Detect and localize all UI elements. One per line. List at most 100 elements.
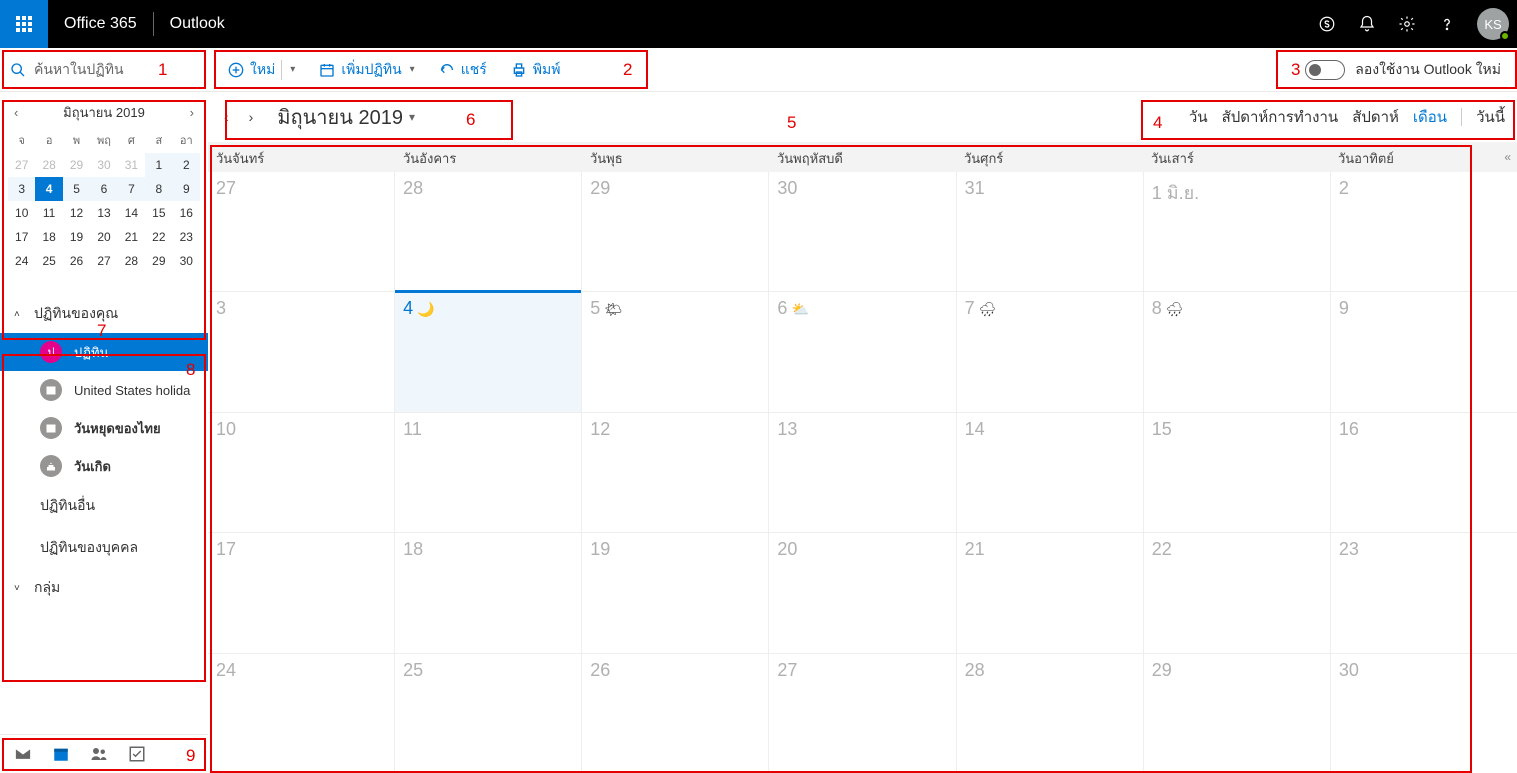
mini-day[interactable]: 27 (8, 153, 35, 177)
day-cell[interactable]: 27 (208, 172, 395, 291)
search-input[interactable]: ค้นหาในปฏิทิน (0, 48, 208, 92)
chevron-down-icon[interactable]: ▾ (290, 64, 295, 75)
day-cell[interactable]: 11 (395, 413, 582, 532)
mini-day[interactable]: 28 (35, 153, 62, 177)
mini-day[interactable]: 6 (90, 177, 117, 201)
user-avatar[interactable]: KS (1477, 8, 1509, 40)
day-cell[interactable]: 27 (769, 654, 956, 773)
mini-day[interactable]: 15 (145, 201, 172, 225)
day-cell[interactable]: 16 (1331, 413, 1517, 532)
view-workweek[interactable]: สัปดาห์การทำงาน (1222, 105, 1339, 129)
day-cell[interactable]: 4🌙 (395, 292, 582, 411)
mini-day[interactable]: 29 (145, 249, 172, 273)
calendar-item[interactable]: วันเกิด (0, 447, 208, 485)
day-cell[interactable]: 2 (1331, 172, 1517, 291)
try-new-toggle[interactable] (1305, 60, 1345, 80)
day-cell[interactable]: 18 (395, 533, 582, 652)
mini-day[interactable]: 27 (90, 249, 117, 273)
day-cell[interactable]: 19 (582, 533, 769, 652)
calendar-module-icon[interactable] (52, 745, 70, 763)
day-cell[interactable]: 31 (957, 172, 1144, 291)
mini-day[interactable]: 30 (90, 153, 117, 177)
mini-day[interactable]: 20 (90, 225, 117, 249)
mini-day[interactable]: 4 (35, 177, 62, 201)
mini-day[interactable]: 25 (35, 249, 62, 273)
view-day[interactable]: วัน (1189, 105, 1208, 129)
day-cell[interactable]: 7🌧 (957, 292, 1144, 411)
day-cell[interactable]: 12 (582, 413, 769, 532)
day-cell[interactable]: 14 (957, 413, 1144, 532)
share-button[interactable]: แชร์ (439, 59, 487, 81)
mini-day[interactable]: 7 (118, 177, 145, 201)
day-cell[interactable]: 30 (1331, 654, 1517, 773)
mini-day[interactable]: 10 (8, 201, 35, 225)
view-month[interactable]: เดือน (1413, 105, 1447, 129)
calendar-group-groups[interactable]: ˅ กลุ่ม (0, 569, 208, 607)
day-cell[interactable]: 8🌧 (1144, 292, 1331, 411)
month-picker[interactable]: มิถุนายน 2019 ▾ (277, 101, 415, 133)
next-month[interactable]: › (245, 109, 258, 125)
day-cell[interactable]: 24 (208, 654, 395, 773)
view-today[interactable]: วันนี้ (1476, 105, 1505, 129)
print-button[interactable]: พิมพ์ (511, 59, 561, 81)
mini-day[interactable]: 5 (63, 177, 90, 201)
settings-icon[interactable] (1397, 14, 1417, 34)
mini-day[interactable]: 21 (118, 225, 145, 249)
calendar-group-your[interactable]: ˄ ปฏิทินของคุณ (0, 295, 208, 333)
collapse-panel-icon[interactable]: « (1504, 150, 1511, 164)
new-button[interactable]: ใหม่ ▾ (228, 59, 295, 81)
mini-day[interactable]: 16 (173, 201, 200, 225)
day-cell[interactable]: 22 (1144, 533, 1331, 652)
mini-day[interactable]: 14 (118, 201, 145, 225)
day-cell[interactable]: 23 (1331, 533, 1517, 652)
calendar-item[interactable]: วันหยุดของไทย (0, 409, 208, 447)
mini-day[interactable]: 13 (90, 201, 117, 225)
notifications-icon[interactable] (1357, 14, 1377, 34)
mini-day[interactable]: 19 (63, 225, 90, 249)
mini-day[interactable]: 18 (35, 225, 62, 249)
mini-day[interactable]: 22 (145, 225, 172, 249)
mini-next-month[interactable]: › (186, 105, 198, 120)
mini-day[interactable]: 8 (145, 177, 172, 201)
mail-icon[interactable] (14, 745, 32, 763)
mini-day[interactable]: 26 (63, 249, 90, 273)
day-cell[interactable]: 28 (395, 172, 582, 291)
calendar-item[interactable]: United States holida (0, 371, 208, 409)
mini-day[interactable]: 11 (35, 201, 62, 225)
mini-day[interactable]: 24 (8, 249, 35, 273)
day-cell[interactable]: 30 (769, 172, 956, 291)
view-week[interactable]: สัปดาห์ (1352, 105, 1399, 129)
day-cell[interactable]: 3 (208, 292, 395, 411)
app-launcher[interactable] (0, 0, 48, 48)
mini-day[interactable]: 29 (63, 153, 90, 177)
mini-day[interactable]: 28 (118, 249, 145, 273)
mini-day[interactable]: 23 (173, 225, 200, 249)
day-cell[interactable]: 28 (957, 654, 1144, 773)
mini-title[interactable]: มิถุนายน 2019 (63, 102, 145, 123)
calendar-item[interactable]: ปปฏิทิน (0, 333, 208, 371)
day-cell[interactable]: 20 (769, 533, 956, 652)
brand-outlook[interactable]: Outlook (154, 15, 241, 33)
day-cell[interactable]: 21 (957, 533, 1144, 652)
day-cell[interactable]: 15 (1144, 413, 1331, 532)
skype-icon[interactable] (1317, 14, 1337, 34)
mini-day[interactable]: 9 (173, 177, 200, 201)
people-icon[interactable] (90, 745, 108, 763)
day-cell[interactable]: 17 (208, 533, 395, 652)
day-cell[interactable]: 9 (1331, 292, 1517, 411)
brand-office[interactable]: Office 365 (48, 15, 153, 33)
day-cell[interactable]: 29 (582, 172, 769, 291)
day-cell[interactable]: 25 (395, 654, 582, 773)
mini-prev-month[interactable]: ‹ (10, 105, 22, 120)
mini-day[interactable]: 30 (173, 249, 200, 273)
help-icon[interactable] (1437, 14, 1457, 34)
day-cell[interactable]: 29 (1144, 654, 1331, 773)
day-cell[interactable]: 1 มิ.ย. (1144, 172, 1331, 291)
day-cell[interactable]: 26 (582, 654, 769, 773)
mini-day[interactable]: 17 (8, 225, 35, 249)
day-cell[interactable]: 5🌤 (582, 292, 769, 411)
prev-month[interactable]: ‹ (220, 109, 233, 125)
calendar-group-people[interactable]: ปฏิทินของบุคคล (0, 527, 208, 569)
tasks-icon[interactable] (128, 745, 146, 763)
mini-day[interactable]: 12 (63, 201, 90, 225)
